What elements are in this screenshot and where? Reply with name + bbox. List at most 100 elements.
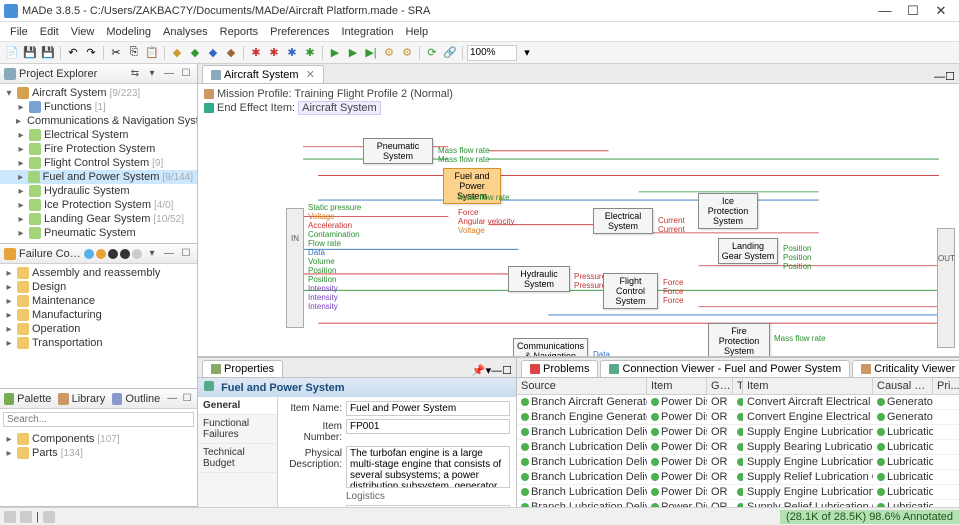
maximize-icon[interactable]: ☐	[179, 67, 193, 81]
connection-table[interactable]: Branch Aircraft Generator GeaPower Distr…	[517, 395, 959, 507]
table-row[interactable]: Branch Aircraft Generator GeaPower Distr…	[517, 395, 959, 410]
window-minimize-button[interactable]: —	[871, 2, 899, 20]
menu-help[interactable]: Help	[399, 24, 434, 40]
redo-icon[interactable]: ↷	[83, 45, 99, 61]
window-maximize-button[interactable]: ☐	[899, 2, 927, 20]
zoom-combo[interactable]	[467, 45, 517, 61]
node-fire-protection[interactable]: Fire Protection System	[708, 323, 770, 356]
table-row[interactable]: Branch Engine Generator GearPower Distri…	[517, 410, 959, 425]
maximize-icon[interactable]: ☐	[945, 70, 955, 83]
tree-item[interactable]: ▸Communications & Navigation System[68]	[0, 114, 197, 128]
step-icon[interactable]: ▶|	[363, 45, 379, 61]
status-icon[interactable]	[20, 511, 32, 523]
tool-icon[interactable]: ✱	[248, 45, 264, 61]
undo-icon[interactable]: ↶	[65, 45, 81, 61]
tool-icon[interactable]: ✱	[302, 45, 318, 61]
criticality-viewer-tab[interactable]: Criticality Viewer	[852, 360, 959, 377]
menu-preferences[interactable]: Preferences	[264, 24, 335, 40]
play-icon[interactable]: ▶	[345, 45, 361, 61]
palette-item[interactable]: ▸Parts[134]	[0, 446, 197, 460]
menu-reports[interactable]: Reports	[214, 24, 265, 40]
out-port[interactable]: OUT	[937, 228, 955, 348]
node-pneumatic[interactable]: Pneumatic System	[363, 138, 433, 164]
problems-tab[interactable]: Problems	[521, 360, 598, 377]
filter-dot-icon[interactable]	[132, 249, 142, 259]
library-tab[interactable]: Library	[72, 393, 106, 405]
refresh-icon[interactable]: ⟳	[424, 45, 440, 61]
tool-icon[interactable]: ◆	[205, 45, 221, 61]
minimize-icon[interactable]: —	[162, 247, 176, 261]
concepts-tree[interactable]: ▸Assembly and reassembly▸Design▸Maintena…	[0, 264, 197, 388]
tool-icon[interactable]: ✱	[266, 45, 282, 61]
tree-item[interactable]: ▸Fuel and Power System[9/144]	[0, 170, 197, 184]
table-row[interactable]: Branch Lubrication Delivery GPower Distr…	[517, 455, 959, 470]
new-icon[interactable]: 📄	[4, 45, 20, 61]
diagram-canvas[interactable]: IN OUT Pneumatic System Mass flow rate M…	[198, 118, 959, 356]
tree-item[interactable]: ▸Hydraulic System	[0, 184, 197, 198]
chevron-down-icon[interactable]: ▾	[519, 45, 535, 61]
in-port[interactable]: IN	[286, 208, 304, 328]
palette-tree[interactable]: ▸Components[107]▸Parts[134]	[0, 430, 197, 506]
palette-tab[interactable]: Palette	[17, 393, 51, 405]
table-header[interactable]: Item	[743, 378, 873, 394]
filter-dot-icon[interactable]	[108, 249, 118, 259]
tree-item[interactable]: ▸Ice Protection System[4/0]	[0, 198, 197, 212]
tree-item[interactable]: ▸Functions[1]	[0, 100, 197, 114]
palette-search-input[interactable]	[3, 412, 194, 427]
menu-integration[interactable]: Integration	[335, 24, 399, 40]
table-header[interactable]: Gate	[707, 378, 733, 394]
minimize-icon[interactable]: —	[934, 71, 945, 83]
concept-item[interactable]: ▸Assembly and reassembly	[0, 266, 197, 280]
run-icon[interactable]: ▶	[327, 45, 343, 61]
menu-edit[interactable]: Edit	[34, 24, 65, 40]
item-name-input[interactable]	[346, 401, 510, 416]
node-landing-gear[interactable]: Landing Gear System	[718, 238, 778, 264]
filter-dot-icon[interactable]	[96, 249, 106, 259]
cut-icon[interactable]: ✂	[108, 45, 124, 61]
link-icon[interactable]: 🔗	[442, 45, 458, 61]
concept-item[interactable]: ▸Operation	[0, 322, 197, 336]
concept-item[interactable]: ▸Maintenance	[0, 294, 197, 308]
table-row[interactable]: Branch Lubrication Delivery GPower Distr…	[517, 425, 959, 440]
node-ice[interactable]: Ice Protection System	[698, 193, 758, 229]
config-icon[interactable]: ⚙	[381, 45, 397, 61]
phys-desc-textarea[interactable]: The turbofan engine is a large multi-sta…	[346, 446, 510, 488]
menu-icon[interactable]: ▾	[145, 247, 159, 261]
tool-icon[interactable]: ◆	[169, 45, 185, 61]
window-close-button[interactable]: ✕	[927, 2, 955, 20]
menu-file[interactable]: File	[4, 24, 34, 40]
status-icon[interactable]	[43, 511, 55, 523]
concept-item[interactable]: ▸Manufacturing	[0, 308, 197, 322]
table-header[interactable]: Causal Strength	[873, 378, 933, 394]
end-effect-item[interactable]: Aircraft System	[298, 101, 381, 115]
table-row[interactable]: Branch Lubrication Delivery GPower Distr…	[517, 470, 959, 485]
table-header[interactable]: Item	[647, 378, 707, 394]
table-row[interactable]: Branch Lubrication Delivery GPower Distr…	[517, 500, 959, 507]
maximize-icon[interactable]: ☐	[179, 247, 193, 261]
collapse-icon[interactable]: ⇆	[128, 67, 142, 81]
maximize-icon[interactable]: ☐	[181, 392, 193, 406]
connection-viewer-tab[interactable]: Connection Viewer - Fuel and Power Syste…	[600, 360, 850, 377]
minimize-icon[interactable]: —	[166, 392, 178, 406]
props-side-tab[interactable]: Technical Budget	[198, 444, 277, 473]
concept-item[interactable]: ▸Transportation	[0, 336, 197, 350]
copy-icon[interactable]: ⎘	[126, 45, 142, 61]
table-header[interactable]: Target	[733, 378, 743, 394]
tool-icon[interactable]: ✱	[284, 45, 300, 61]
tree-item[interactable]: ▸Flight Control System[9]	[0, 156, 197, 170]
node-hydraulic[interactable]: Hydraulic System	[508, 266, 570, 292]
minimize-icon[interactable]: —	[162, 67, 176, 81]
menu-view[interactable]: View	[65, 24, 101, 40]
project-tree[interactable]: ▾ Aircraft System [9/223] ▸Functions[1]▸…	[0, 84, 197, 243]
node-comms-nav[interactable]: Communications & Navigation System	[513, 338, 588, 356]
maximize-icon[interactable]: ☐	[502, 364, 512, 377]
menu-icon[interactable]: ▾	[145, 67, 159, 81]
tool-icon[interactable]: ◆	[187, 45, 203, 61]
config-icon[interactable]: ⚙	[399, 45, 415, 61]
filter-dot-icon[interactable]	[120, 249, 130, 259]
filter-dot-icon[interactable]	[84, 249, 94, 259]
status-icon[interactable]	[4, 511, 16, 523]
menu-analyses[interactable]: Analyses	[157, 24, 214, 40]
save-all-icon[interactable]: 💾	[40, 45, 56, 61]
table-header[interactable]: Source	[517, 378, 647, 394]
